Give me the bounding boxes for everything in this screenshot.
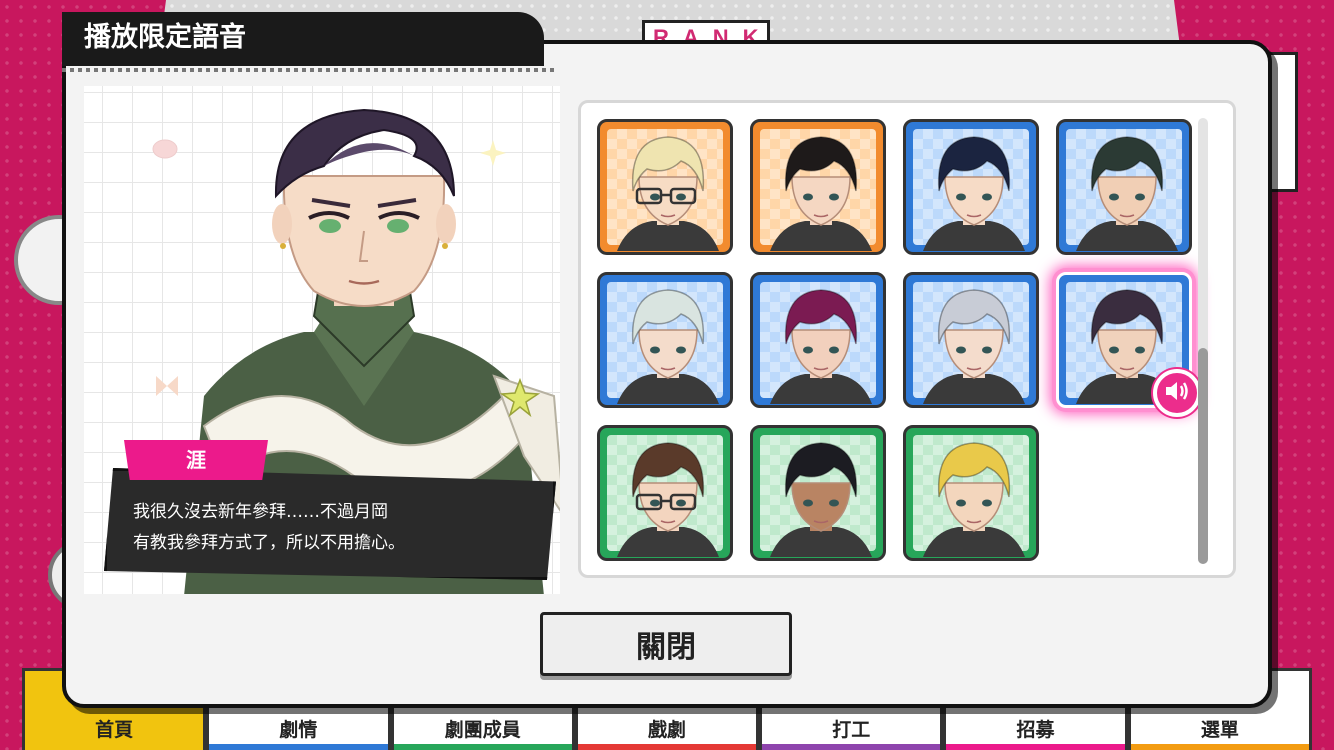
character-portrait-icon — [770, 136, 872, 251]
character-card[interactable] — [1056, 119, 1192, 255]
speaker-icon[interactable] — [1153, 369, 1201, 417]
nav-tab-label: 選單 — [1200, 719, 1239, 741]
character-name-tag: 涯 — [124, 440, 268, 480]
character-card[interactable] — [597, 119, 733, 255]
speech-box: 我很久沒去新年參拜……不過月岡 有教我參拜方式了，所以不用擔心。 — [104, 468, 556, 580]
character-portrait-icon — [1076, 136, 1178, 251]
character-card[interactable] — [903, 272, 1039, 408]
character-portrait-icon — [617, 289, 719, 404]
close-button[interactable]: 關閉 — [540, 612, 792, 676]
character-portrait-icon — [770, 289, 872, 404]
character-portrait-icon — [770, 442, 872, 557]
dialog-title: 播放限定語音 — [62, 12, 554, 72]
character-portrait-icon — [923, 289, 1025, 404]
character-portrait-icon — [617, 442, 719, 557]
speech-line-1: 我很久沒去新年參拜……不過月岡 — [133, 502, 388, 522]
character-card[interactable] — [597, 272, 733, 408]
character-card[interactable] — [903, 425, 1039, 561]
character-grid-panel — [578, 100, 1236, 578]
character-card[interactable] — [750, 272, 886, 408]
character-card[interactable] — [597, 425, 733, 561]
nav-tab-label: 劇情 — [279, 719, 318, 741]
nav-tab-label: 戲劇 — [647, 719, 686, 741]
character-portrait-icon — [923, 442, 1025, 557]
nav-tab-label: 首頁 — [95, 719, 134, 741]
character-card[interactable] — [1056, 272, 1201, 417]
nav-tab-label: 打工 — [832, 719, 871, 741]
scrollbar-thumb[interactable] — [1198, 348, 1208, 564]
character-card[interactable] — [750, 425, 886, 561]
character-portrait-icon — [617, 136, 719, 251]
nav-tab-label: 招募 — [1016, 719, 1055, 741]
character-grid — [597, 119, 1201, 561]
character-card[interactable] — [750, 119, 886, 255]
character-portrait-icon — [923, 136, 1025, 251]
speech-line-2: 有教我參拜方式了，所以不用擔心。 — [133, 533, 405, 553]
grid-scrollbar[interactable] — [1198, 118, 1208, 564]
nav-tab-label: 劇團成員 — [444, 719, 521, 741]
character-card[interactable] — [903, 119, 1039, 255]
